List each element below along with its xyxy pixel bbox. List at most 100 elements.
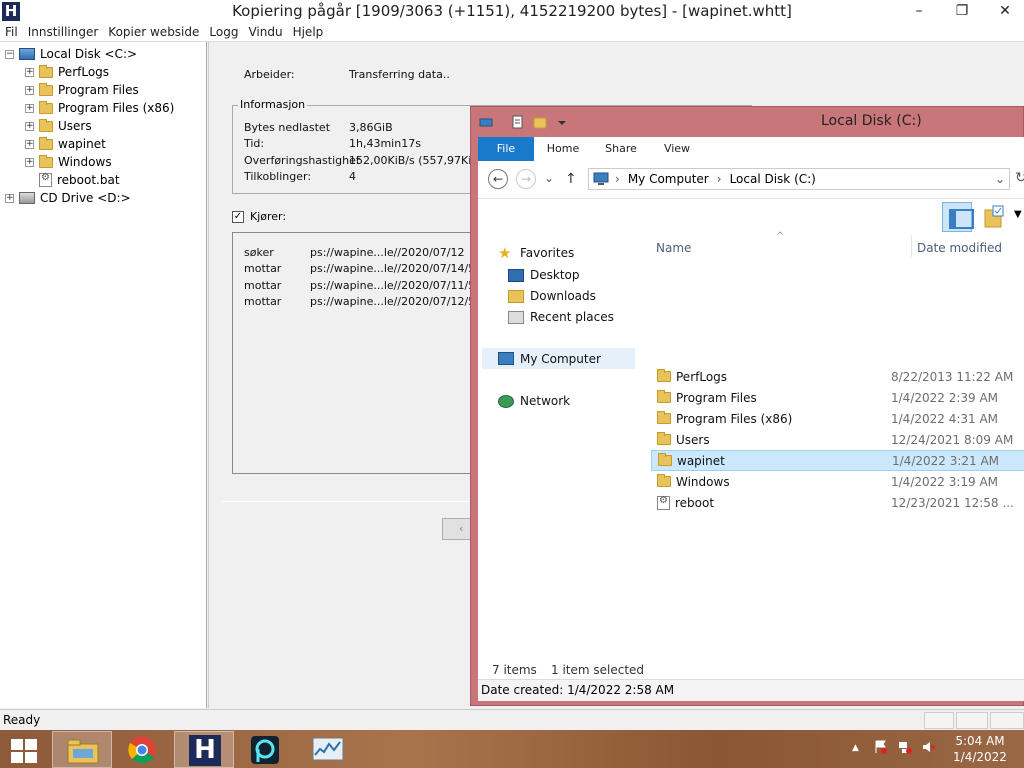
- collapse-icon[interactable]: −: [5, 49, 14, 59]
- menu-bar: Fil Innstillinger Kopier webside Logg Vindu H…: [0, 23, 1024, 42]
- back-arrow-icon[interactable]: ←: [488, 169, 508, 189]
- explorer-title-bar[interactable]: Local Disk (C:): [471, 107, 1024, 137]
- clock-time: 5:04 AM: [955, 734, 1005, 748]
- column-divider[interactable]: [911, 235, 912, 257]
- file-date: 1/4/2022 3:21 AM: [892, 453, 1000, 468]
- recent-locations-icon[interactable]: ⌄: [544, 171, 554, 185]
- volume-muted-icon[interactable]: [922, 740, 936, 754]
- tree-item-program-files-x86[interactable]: + Program Files (x86): [25, 99, 174, 117]
- forward-arrow-icon[interactable]: →: [516, 169, 536, 189]
- status-pane: [990, 712, 1024, 729]
- taskbar-httrack[interactable]: H: [174, 731, 234, 768]
- network-status-icon[interactable]: [898, 740, 912, 754]
- connections-label: Tilkoblinger:: [244, 170, 312, 183]
- new-folder-icon[interactable]: [533, 115, 547, 129]
- expand-icon[interactable]: +: [5, 193, 14, 203]
- tab-share[interactable]: Share: [598, 137, 644, 161]
- nav-desktop[interactable]: Desktop: [508, 268, 580, 282]
- tree-item-users[interactable]: + Users: [25, 117, 92, 135]
- tab-home[interactable]: Home: [540, 137, 586, 161]
- tree-item-local-disk[interactable]: − Local Disk <C:>: [5, 45, 137, 63]
- column-header-name[interactable]: Name: [656, 241, 691, 255]
- tree-label: reboot.bat: [57, 173, 120, 187]
- start-button[interactable]: [8, 736, 40, 764]
- tree-item-windows[interactable]: + Windows: [25, 153, 112, 171]
- file-row-reboot[interactable]: reboot 12/23/2021 12:58 ...: [651, 492, 1024, 513]
- title-bar[interactable]: H Kopiering pågår [1909/3063 (+1151), 41…: [0, 0, 1024, 23]
- tree-label: Program Files: [58, 83, 139, 97]
- folder-tree[interactable]: − Local Disk <C:> + PerfLogs + Program F…: [0, 42, 207, 708]
- file-row-program-files-x86[interactable]: Program Files (x86) 1/4/2022 4:31 AM: [651, 408, 1024, 429]
- properties-icon[interactable]: [511, 115, 525, 129]
- maximize-button[interactable]: ❐: [947, 0, 977, 22]
- expand-icon[interactable]: +: [25, 103, 34, 113]
- log-url: ps://wapine...le//2020/07/11/5f0: [310, 279, 487, 292]
- taskbar-app-p[interactable]: [236, 731, 296, 768]
- folder-options-icon[interactable]: [984, 205, 1006, 229]
- computer-icon: [593, 172, 609, 185]
- nav-label: Favorites: [520, 246, 575, 260]
- tree-item-program-files[interactable]: + Program Files: [25, 81, 139, 99]
- file-row-program-files[interactable]: Program Files 1/4/2022 2:39 AM: [651, 387, 1024, 408]
- menu-log[interactable]: Logg: [204, 23, 243, 41]
- taskbar-chrome[interactable]: [113, 731, 173, 768]
- address-dropdown-icon[interactable]: ⌄: [995, 172, 1005, 186]
- breadcrumb-my-computer[interactable]: My Computer: [628, 172, 709, 186]
- tab-file[interactable]: File: [478, 137, 534, 161]
- address-bar[interactable]: › My Computer › Local Disk (C:) ⌄: [588, 168, 1010, 190]
- show-hidden-icons-icon[interactable]: ▲: [852, 743, 866, 757]
- transfer-log: søker ps://wapine...le//2020/07/12 motta…: [232, 232, 486, 474]
- file-row-users[interactable]: Users 12/24/2021 8:09 AM: [651, 429, 1024, 450]
- tree-item-perflogs[interactable]: + PerfLogs: [25, 63, 109, 81]
- tree-item-cd-drive[interactable]: + CD Drive <D:>: [5, 189, 131, 207]
- windows-logo-icon: [25, 752, 37, 763]
- expand-icon[interactable]: +: [25, 121, 34, 131]
- expand-icon[interactable]: +: [25, 157, 34, 167]
- menu-settings[interactable]: Innstillinger: [23, 23, 104, 41]
- bytes-downloaded-value: 3,86GiB: [349, 121, 393, 134]
- breadcrumb-local-disk[interactable]: Local Disk (C:): [730, 172, 816, 186]
- refresh-icon[interactable]: ↻: [1015, 170, 1024, 186]
- minimize-button[interactable]: –: [904, 0, 934, 22]
- tree-item-reboot-bat[interactable]: reboot.bat: [39, 171, 120, 189]
- info-group-title: Informasjon: [238, 98, 308, 111]
- back-button[interactable]: ‹: [442, 518, 472, 540]
- file-row-perflogs[interactable]: PerfLogs 8/22/2013 11:22 AM: [651, 366, 1024, 387]
- action-center-icon[interactable]: [874, 740, 888, 754]
- up-arrow-icon[interactable]: ↑: [565, 171, 577, 187]
- nav-my-computer[interactable]: My Computer: [482, 348, 635, 369]
- tree-label: CD Drive <D:>: [40, 191, 131, 205]
- expand-icon[interactable]: +: [25, 85, 34, 95]
- taskbar-file-explorer[interactable]: [52, 731, 112, 768]
- tree-label: Users: [58, 119, 92, 133]
- tab-view[interactable]: View: [654, 137, 700, 161]
- nav-favorites[interactable]: ★ Favorites: [498, 245, 575, 260]
- checkbox-checked-icon[interactable]: ✓: [232, 210, 244, 223]
- file-row-wapinet[interactable]: wapinet 1/4/2022 3:21 AM: [651, 450, 1024, 471]
- running-checkbox[interactable]: ✓ Kjører:: [232, 210, 286, 223]
- running-label: Kjører:: [250, 210, 287, 223]
- menu-copy-website[interactable]: Kopier webside: [103, 23, 204, 41]
- customize-toolbar-icon[interactable]: [555, 115, 569, 129]
- nav-recent-places[interactable]: Recent places: [508, 310, 614, 324]
- close-button[interactable]: ✕: [990, 0, 1020, 22]
- taskbar-resource-monitor[interactable]: [298, 731, 358, 768]
- dropdown-icon[interactable]: ▼: [1014, 209, 1022, 220]
- expand-icon[interactable]: +: [25, 67, 34, 77]
- app-p-icon: [251, 736, 279, 764]
- tree-item-wapinet[interactable]: + wapinet: [25, 135, 106, 153]
- windows-logo-icon: [11, 752, 23, 763]
- file-date: 12/23/2021 12:58 ...: [891, 495, 1014, 510]
- nav-network[interactable]: Network: [498, 394, 570, 408]
- file-row-windows[interactable]: Windows 1/4/2022 3:19 AM: [651, 471, 1024, 492]
- column-header-date-modified[interactable]: Date modified: [917, 241, 1002, 255]
- menu-file[interactable]: Fil: [0, 23, 23, 41]
- taskbar-clock[interactable]: 5:04 AM 1/4/2022: [950, 733, 1010, 765]
- tree-label: Local Disk <C:>: [40, 47, 138, 61]
- expand-icon[interactable]: +: [25, 139, 34, 149]
- explorer-window[interactable]: Local Disk (C:) File Home Share View ← →…: [470, 106, 1024, 706]
- preview-pane-icon[interactable]: [942, 202, 974, 232]
- nav-downloads[interactable]: Downloads: [508, 289, 596, 303]
- menu-help[interactable]: Hjelp: [288, 23, 329, 41]
- menu-window[interactable]: Vindu: [243, 23, 287, 41]
